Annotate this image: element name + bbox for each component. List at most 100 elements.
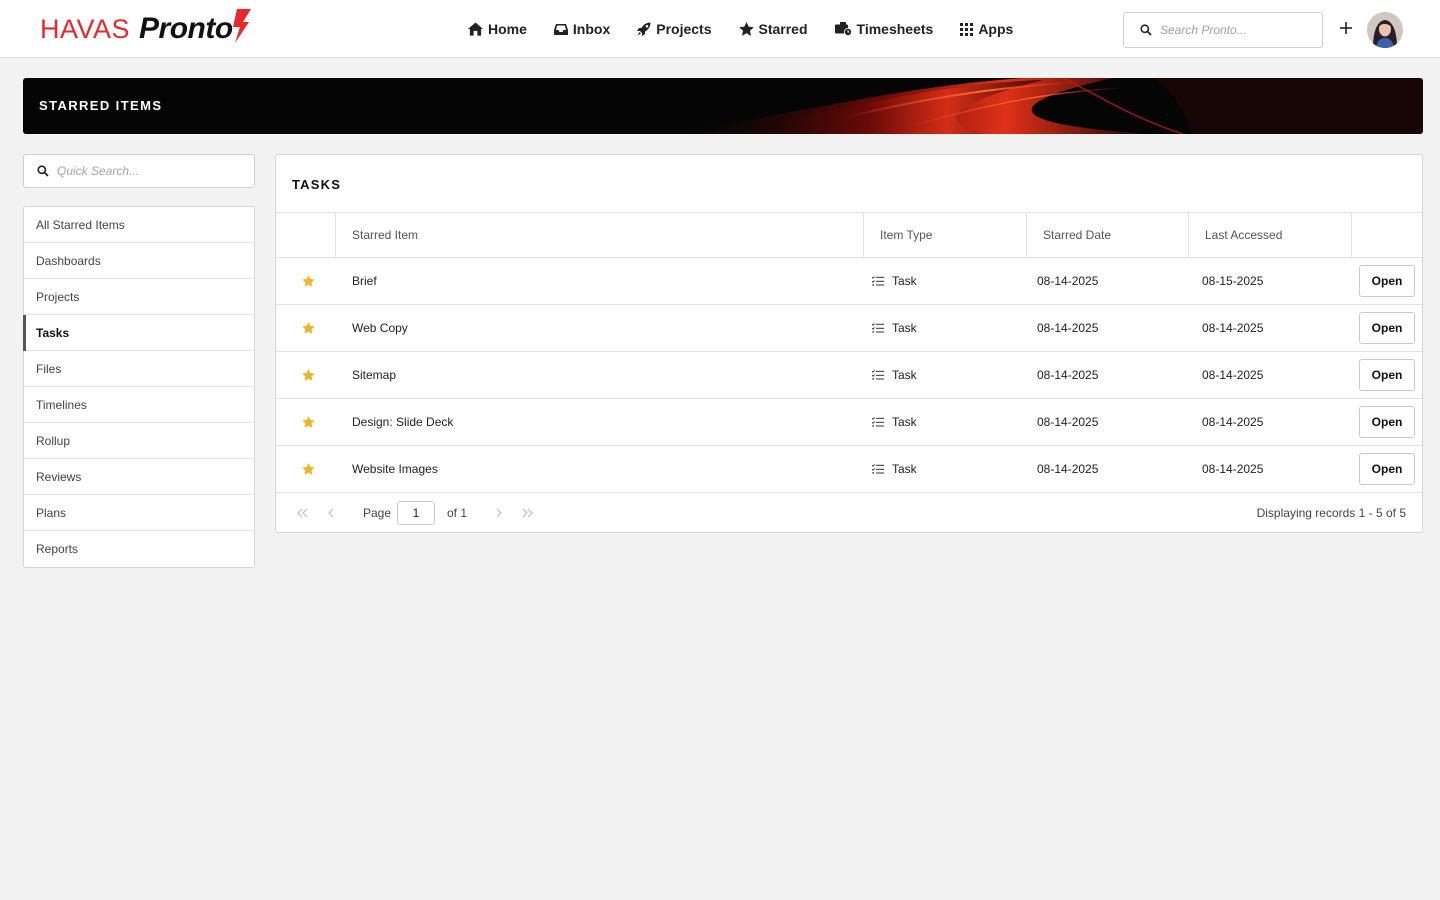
star-filled-icon <box>301 463 315 475</box>
star-toggle[interactable] <box>276 352 336 398</box>
page-number-input[interactable] <box>397 501 435 525</box>
nav-starred-label: Starred <box>758 21 808 37</box>
pagination-bar: Page of 1 Displaying records 1 - 5 of 5 <box>276 493 1422 533</box>
open-button[interactable]: Open <box>1359 265 1415 297</box>
sidebar-item-reviews[interactable]: Reviews <box>24 459 254 495</box>
sidebar-item-label: Reports <box>36 542 79 556</box>
starred-date: 08-14-2025 <box>1037 274 1099 288</box>
starred-date: 08-14-2025 <box>1037 415 1099 429</box>
sidebar-item-projects[interactable]: Projects <box>24 279 254 315</box>
sidebar-item-timelines[interactable]: Timelines <box>24 387 254 423</box>
nav-apps[interactable]: Apps <box>960 21 1013 37</box>
sidebar-item-all-starred[interactable]: All Starred Items <box>24 207 254 243</box>
sidebar-item-tasks[interactable]: Tasks <box>23 315 254 351</box>
nav-starred[interactable]: Starred <box>738 21 808 37</box>
top-navigation-bar: HAVAS Pronto Home Inbox Projects Starred… <box>0 0 1440 58</box>
nav-timesheets[interactable]: Timesheets <box>834 21 934 37</box>
nav-inbox[interactable]: Inbox <box>553 21 610 37</box>
page-banner: STARRED ITEMS <box>23 78 1423 134</box>
double-chevron-left-icon <box>297 508 308 518</box>
table-row: Website Images Task 08-14-2025 08-14-202… <box>276 446 1422 493</box>
quick-search-input[interactable] <box>57 164 247 178</box>
apps-grid-icon <box>960 22 974 36</box>
sidebar-item-reports[interactable]: Reports <box>24 531 254 567</box>
lightning-bolt-icon <box>232 9 251 43</box>
sidebar-item-files[interactable]: Files <box>24 351 254 387</box>
sidebar-item-label: Rollup <box>36 433 71 448</box>
table-header: Starred Item Item Type Starred Date Last… <box>276 213 1422 258</box>
item-type: Task <box>864 305 1027 351</box>
item-type-label: Task <box>892 367 917 382</box>
column-header-starred-date[interactable]: Starred Date <box>1027 213 1189 257</box>
inbox-icon <box>553 23 568 35</box>
item-type: Task <box>864 258 1027 304</box>
star-filled-icon <box>301 416 315 428</box>
next-page-button[interactable] <box>491 505 507 521</box>
sidebar-item-label: Dashboards <box>36 253 101 268</box>
table-row: Web Copy Task 08-14-2025 08-14-2025 Open <box>276 305 1422 352</box>
star-toggle[interactable] <box>276 399 336 445</box>
item-type-label: Task <box>892 461 917 476</box>
sidebar-item-rollup[interactable]: Rollup <box>24 423 254 459</box>
column-header-last-accessed[interactable]: Last Accessed <box>1189 213 1352 257</box>
column-header-item-type[interactable]: Item Type <box>864 213 1027 257</box>
star-toggle[interactable] <box>276 258 336 304</box>
task-list-icon <box>872 275 884 286</box>
havas-pronto-logo[interactable]: HAVAS Pronto <box>40 9 251 48</box>
sidebar-item-label: Plans <box>36 505 67 520</box>
page-title: STARRED ITEMS <box>39 98 163 113</box>
sidebar-item-dashboards[interactable]: Dashboards <box>24 243 254 279</box>
logo-text-havas: HAVAS <box>40 13 131 44</box>
sidebar-item-label: Tasks <box>36 325 70 340</box>
task-list-icon <box>872 416 884 427</box>
open-button[interactable]: Open <box>1359 312 1415 344</box>
global-search-box[interactable] <box>1123 12 1323 48</box>
row-actions: Open <box>1352 399 1422 445</box>
user-avatar-image <box>1367 12 1403 48</box>
nav-projects-label: Projects <box>656 21 712 37</box>
main-nav: Home Inbox Projects Starred Timesheets A… <box>468 0 1040 58</box>
nav-projects[interactable]: Projects <box>637 21 712 37</box>
home-icon <box>468 22 483 36</box>
column-header-star <box>276 213 336 257</box>
nav-home[interactable]: Home <box>468 21 527 37</box>
starred-date: 08-14-2025 <box>1037 321 1099 335</box>
table-row: Design: Slide Deck Task 08-14-2025 08-14… <box>276 399 1422 446</box>
last-accessed-date: 08-14-2025 <box>1202 321 1264 335</box>
row-actions: Open <box>1352 446 1422 492</box>
star-toggle[interactable] <box>276 305 336 351</box>
previous-page-button[interactable] <box>323 505 339 521</box>
row-actions: Open <box>1352 305 1422 351</box>
starred-category-list: All Starred Items Dashboards Projects Ta… <box>23 206 255 568</box>
rocket-icon <box>637 22 651 36</box>
task-list-icon <box>872 369 884 380</box>
open-button[interactable]: Open <box>1359 359 1415 391</box>
nav-timesheets-label: Timesheets <box>856 21 934 37</box>
last-page-button[interactable] <box>519 505 535 521</box>
starred-date: 08-14-2025 <box>1037 462 1099 476</box>
timesheet-icon <box>834 22 852 36</box>
user-avatar[interactable] <box>1367 12 1403 48</box>
logo-text-pronto: Pronto <box>139 12 233 45</box>
sidebar-item-label: Reviews <box>36 469 82 484</box>
row-actions: Open <box>1352 258 1422 304</box>
starred-item-name: Website Images <box>352 462 438 476</box>
open-button[interactable]: Open <box>1359 406 1415 438</box>
quick-search-box[interactable] <box>23 154 255 188</box>
open-button[interactable]: Open <box>1359 453 1415 485</box>
first-page-button[interactable] <box>295 505 311 521</box>
column-header-starred-item[interactable]: Starred Item <box>336 213 864 257</box>
search-icon <box>37 165 49 177</box>
plus-icon <box>1340 22 1352 34</box>
star-toggle[interactable] <box>276 446 336 492</box>
item-type-label: Task <box>892 320 917 335</box>
row-actions: Open <box>1352 352 1422 398</box>
star-filled-icon <box>301 322 315 334</box>
star-icon <box>738 22 754 36</box>
sidebar-item-plans[interactable]: Plans <box>24 495 254 531</box>
page-label: Page <box>363 506 392 520</box>
item-type: Task <box>864 399 1027 445</box>
task-list-icon <box>872 322 884 333</box>
create-new-button[interactable] <box>1336 18 1356 38</box>
global-search-input[interactable] <box>1160 23 1320 37</box>
